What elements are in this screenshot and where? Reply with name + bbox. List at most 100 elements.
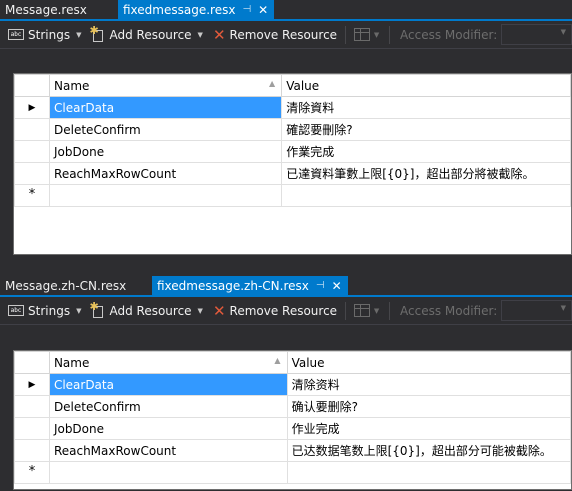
tab-message-zh-cn-resx[interactable]: Message.zh-CN.resx: [0, 276, 152, 295]
remove-resource-button[interactable]: ✕ Remove Resource: [213, 24, 337, 46]
tab-label: fixedmessage.zh-CN.resx: [157, 278, 309, 293]
value-cell[interactable]: 已達資料筆數上限[{0}]，超出部分將被截除。: [281, 162, 571, 185]
strings-dropdown[interactable]: abc Strings ▼: [8, 300, 91, 322]
remove-resource-label: Remove Resource: [229, 27, 338, 42]
row-header[interactable]: *: [14, 461, 50, 484]
name-cell[interactable]: ClearData: [49, 96, 283, 119]
table-row[interactable]: JobDone 作業完成: [14, 140, 571, 163]
new-row[interactable]: *: [14, 461, 571, 484]
strings-dropdown[interactable]: abc Strings ▼: [8, 24, 91, 46]
row-header[interactable]: [14, 417, 50, 440]
table-row[interactable]: DeleteConfirm 確認要刪除?: [14, 118, 571, 141]
name-cell[interactable]: ReachMaxRowCount: [49, 162, 283, 185]
table-row[interactable]: DeleteConfirm 确认要删除?: [14, 395, 571, 418]
name-cell[interactable]: DeleteConfirm: [49, 118, 283, 141]
new-value-cell[interactable]: [281, 184, 571, 207]
new-value-cell[interactable]: [286, 461, 571, 484]
table-row[interactable]: ReachMaxRowCount 已達資料筆數上限[{0}]，超出部分將被截除。: [14, 162, 571, 185]
row-header[interactable]: [14, 439, 50, 462]
access-modifier-label: Access Modifier:: [400, 27, 498, 42]
access-modifier-select[interactable]: ▼: [501, 24, 572, 45]
column-header-value[interactable]: Value: [281, 74, 571, 97]
views-dropdown[interactable]: ▼: [353, 24, 389, 46]
value-cell[interactable]: 作业完成: [286, 417, 571, 440]
remove-resource-button[interactable]: ✕ Remove Resource: [213, 300, 337, 322]
row-header[interactable]: ▶: [14, 373, 50, 396]
tab-message-resx[interactable]: Message.resx: [0, 0, 118, 19]
name-cell[interactable]: DeleteConfirm: [48, 395, 288, 418]
value-cell[interactable]: 清除資料: [281, 96, 571, 119]
row-header[interactable]: [14, 162, 51, 185]
remove-resource-label: Remove Resource: [229, 303, 338, 318]
value-cell[interactable]: 已达数据笔数上限[{0}]，超出部分可能被截除。: [286, 439, 571, 462]
toolbar-separator: [389, 25, 391, 44]
access-modifier-select[interactable]: ▼: [501, 300, 572, 321]
chevron-down-icon: ▼: [560, 304, 566, 312]
tab-underline: [0, 295, 572, 297]
views-dropdown[interactable]: ▼: [353, 300, 389, 322]
pin-icon[interactable]: ⊣: [242, 4, 251, 15]
name-cell[interactable]: ReachMaxRowCount: [48, 439, 288, 462]
chevron-down-icon[interactable]: ▼: [76, 31, 81, 39]
close-icon[interactable]: ✕: [332, 279, 342, 293]
chevron-down-icon[interactable]: ▼: [374, 307, 379, 315]
document-tab-bar: Message.resx fixedmessage.resx ⊣ ✕: [0, 0, 572, 21]
column-header-value[interactable]: Value: [286, 351, 571, 374]
new-row-asterisk-icon: *: [28, 187, 36, 202]
tab-fixedmessage-zh-cn-resx[interactable]: fixedmessage.zh-CN.resx ⊣ ✕: [152, 276, 348, 295]
strings-label: Strings: [28, 303, 71, 318]
grid-view-icon: [353, 28, 370, 41]
tab-label: Message.zh-CN.resx: [5, 278, 127, 293]
tab-label: fixedmessage.resx: [123, 2, 236, 17]
column-header-name[interactable]: Name ▲: [49, 74, 283, 97]
table-row[interactable]: ▶ ClearData 清除資料: [14, 96, 571, 119]
add-resource-label: Add Resource: [109, 27, 192, 42]
name-cell[interactable]: JobDone: [48, 417, 288, 440]
chevron-down-icon[interactable]: ▼: [374, 31, 379, 39]
corner-cell: [14, 74, 51, 97]
chevron-down-icon: ▼: [560, 28, 566, 36]
new-name-cell[interactable]: [48, 461, 288, 484]
name-cell[interactable]: JobDone: [49, 140, 283, 163]
value-cell[interactable]: 作業完成: [281, 140, 571, 163]
table-row[interactable]: ▶ ClearData 清除资料: [14, 373, 571, 396]
sort-ascending-icon: ▲: [274, 355, 281, 365]
resource-grid: Name ▲ Value ▶ ClearData 清除資料 DeleteConfi…: [13, 73, 572, 255]
row-header[interactable]: [14, 395, 50, 418]
chevron-down-icon[interactable]: ▼: [198, 307, 203, 315]
toolbar-separator: [345, 301, 346, 320]
add-resource-icon: ✱: [89, 24, 105, 42]
close-icon[interactable]: ✕: [258, 3, 268, 17]
add-resource-button[interactable]: ✱ Add Resource ▼: [89, 24, 212, 46]
toolbar-separator: [345, 25, 346, 44]
tab-label: Message.resx: [5, 2, 87, 17]
row-header[interactable]: [14, 140, 51, 163]
tab-fixedmessage-resx[interactable]: fixedmessage.resx ⊣ ✕: [118, 0, 275, 19]
corner-cell: [14, 351, 50, 374]
value-cell[interactable]: 确认要删除?: [286, 395, 571, 418]
value-cell[interactable]: 確認要刪除?: [281, 118, 571, 141]
row-header[interactable]: ▶: [14, 96, 51, 119]
new-name-cell[interactable]: [49, 184, 283, 207]
new-row[interactable]: *: [14, 184, 571, 207]
access-modifier-label: Access Modifier:: [400, 303, 498, 318]
table-row[interactable]: JobDone 作业完成: [14, 417, 571, 440]
add-resource-label: Add Resource: [109, 303, 192, 318]
column-header-name[interactable]: Name ▲: [48, 351, 288, 374]
add-resource-button[interactable]: ✱ Add Resource ▼: [89, 300, 212, 322]
name-cell[interactable]: ClearData: [48, 373, 288, 396]
grid-view-icon: [353, 304, 370, 317]
chevron-down-icon[interactable]: ▼: [198, 31, 203, 39]
abc-icon: abc: [8, 305, 24, 316]
row-header[interactable]: [14, 118, 51, 141]
chevron-down-icon[interactable]: ▼: [76, 307, 81, 315]
new-row-asterisk-icon: *: [28, 464, 36, 479]
pin-icon[interactable]: ⊣: [316, 280, 325, 291]
toolbar-separator: [389, 301, 391, 320]
remove-x-icon: ✕: [212, 25, 226, 44]
table-row[interactable]: ReachMaxRowCount 已达数据笔数上限[{0}]，超出部分可能被截除…: [14, 439, 571, 462]
value-cell[interactable]: 清除资料: [286, 373, 571, 396]
row-header[interactable]: *: [14, 184, 51, 207]
resource-toolbar: abc Strings ▼ ✱ Add Resource ▼ ✕ Remove …: [0, 297, 572, 325]
strings-label: Strings: [28, 27, 71, 42]
